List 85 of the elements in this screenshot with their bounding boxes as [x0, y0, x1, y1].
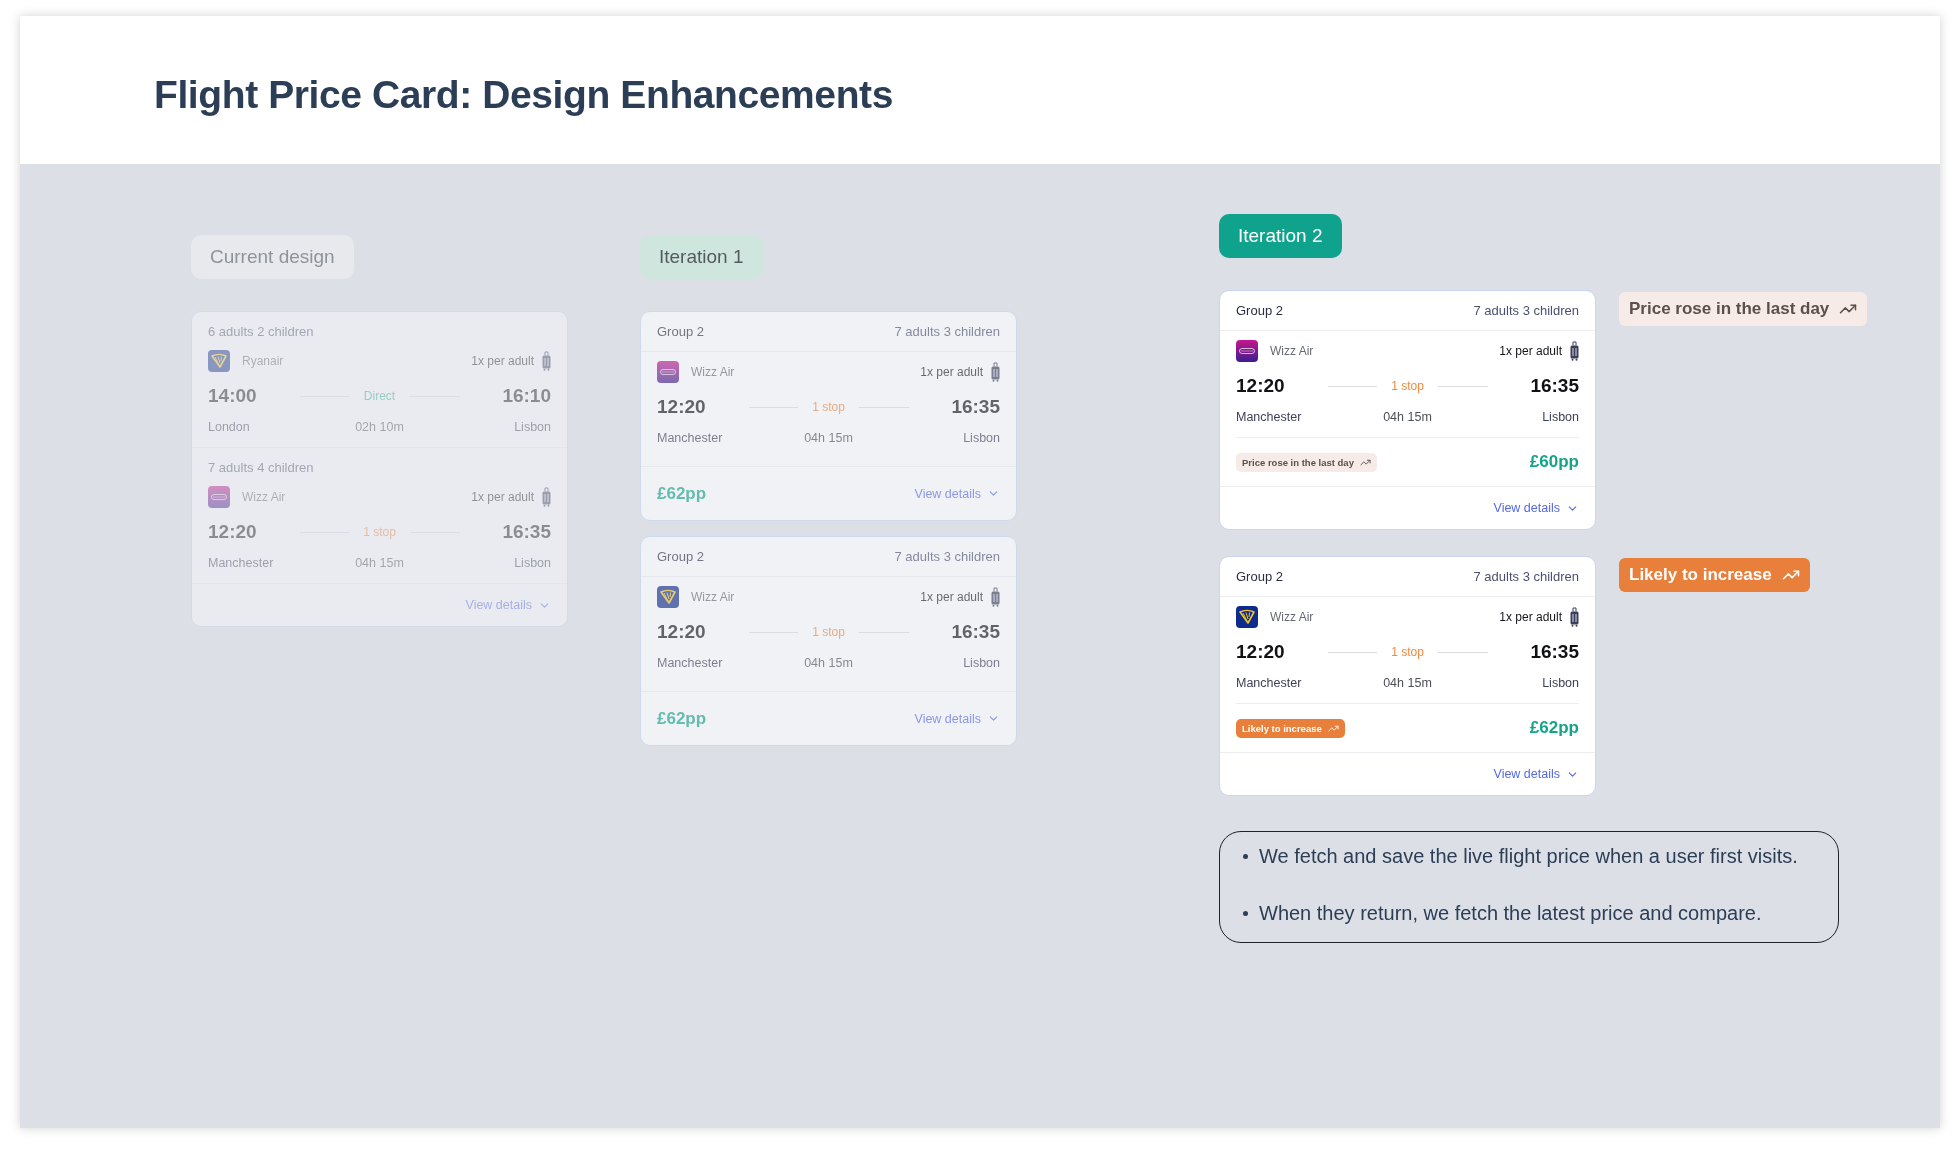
bullet-icon	[1243, 910, 1248, 916]
airline-name: Wizz Air	[691, 590, 735, 604]
flight-duration: 04h 15m	[1383, 676, 1432, 690]
luggage-icon	[991, 362, 1000, 382]
airline-name: Ryanair	[242, 354, 284, 368]
note-text: When they return, we fetch the latest price and compare.	[1259, 901, 1762, 926]
luggage-icon	[1570, 607, 1579, 627]
origin-city: Manchester	[657, 656, 723, 670]
airline-name: Wizz Air	[691, 365, 735, 379]
destination-city: Lisbon	[1542, 410, 1579, 424]
stop-label: 1 stop	[812, 625, 845, 639]
page-title: Flight Price Card: Design Enhancements	[154, 73, 893, 117]
arrival-time: 16:35	[1530, 375, 1579, 397]
badge-label: Price rose in the last day	[1629, 299, 1830, 319]
origin-city: Manchester	[657, 431, 723, 445]
departure-time: 14:00	[208, 385, 257, 407]
origin-city: London	[208, 420, 250, 434]
view-details-link[interactable]: View details	[914, 486, 1000, 501]
luggage-icon	[991, 587, 1000, 607]
baggage-allowance: 1x per adult	[1499, 610, 1562, 624]
arrival-time: 16:35	[502, 521, 551, 543]
luggage-icon	[1570, 341, 1579, 361]
baggage-allowance: 1x per adult	[920, 590, 983, 604]
departure-time: 12:20	[657, 621, 706, 643]
price: £62pp	[657, 708, 707, 729]
flight-duration: 02h 10m	[355, 420, 404, 434]
departure-time: 12:20	[657, 396, 706, 418]
origin-city: Manchester	[208, 556, 274, 570]
view-details-link[interactable]: View details	[1493, 767, 1579, 781]
passenger-count: 7 adults 3 children	[894, 324, 1000, 339]
view-details-link[interactable]: View details	[1493, 501, 1579, 515]
group-label: Group 2	[1236, 303, 1283, 318]
price: £60pp	[1529, 452, 1579, 472]
passenger-count: 7 adults 3 children	[1473, 569, 1579, 584]
flight-duration: 04h 15m	[1383, 410, 1432, 424]
flight-duration: 04h 15m	[355, 556, 404, 570]
note-text: We fetch and save the live flight price when a user first visits.	[1259, 844, 1798, 869]
view-details-link[interactable]: View details	[914, 711, 1000, 726]
passenger-count: 6 adults 2 children	[208, 324, 314, 340]
badge-label: Price rose in the last day	[1242, 456, 1354, 468]
passenger-count: 7 adults 4 children	[208, 460, 314, 476]
section-label: Iteration 2	[1219, 214, 1342, 258]
baggage-allowance: 1x per adult	[471, 490, 534, 504]
baggage-allowance: 1x per adult	[471, 354, 534, 368]
airline-name: Wizz Air	[1270, 610, 1314, 624]
destination-city: Lisbon	[963, 656, 1000, 670]
arrival-time: 16:10	[502, 385, 551, 407]
departure-time: 12:20	[1236, 375, 1285, 397]
stop-label: 1 stop	[363, 525, 396, 539]
destination-city: Lisbon	[963, 431, 1000, 445]
arrival-time: 16:35	[951, 621, 1000, 643]
departure-time: 12:20	[208, 521, 257, 543]
price: £62pp	[657, 483, 707, 504]
origin-city: Manchester	[1236, 676, 1302, 690]
arrival-time: 16:35	[951, 396, 1000, 418]
stop-label: 1 stop	[1391, 645, 1424, 659]
departure-time: 12:20	[1236, 641, 1285, 663]
stop-label: Direct	[363, 389, 396, 403]
destination-city: Lisbon	[514, 420, 551, 434]
badge-label: Likely to increase	[1629, 565, 1772, 585]
baggage-allowance: 1x per adult	[920, 365, 983, 379]
luggage-icon	[542, 487, 551, 507]
origin-city: Manchester	[1236, 410, 1302, 424]
badge-label: Likely to increase	[1242, 722, 1322, 734]
baggage-allowance: 1x per adult	[1499, 344, 1562, 358]
destination-city: Lisbon	[1542, 676, 1579, 690]
airline-name: Wizz Air	[1270, 344, 1314, 358]
arrival-time: 16:35	[1530, 641, 1579, 663]
group-label: Group 2	[657, 324, 704, 339]
group-label: Group 2	[657, 549, 704, 564]
view-details-link[interactable]: View details	[465, 598, 551, 612]
flight-duration: 04h 15m	[804, 431, 853, 445]
airline-name: Wizz Air	[242, 490, 286, 504]
section-label: Current design	[191, 235, 354, 279]
price: £62pp	[1529, 718, 1579, 738]
passenger-count: 7 adults 3 children	[1473, 303, 1579, 318]
luggage-icon	[542, 351, 551, 371]
passenger-count: 7 adults 3 children	[894, 549, 1000, 564]
bullet-icon	[1243, 853, 1248, 859]
flight-duration: 04h 15m	[804, 656, 853, 670]
destination-city: Lisbon	[514, 556, 551, 570]
group-label: Group 2	[1236, 569, 1283, 584]
stop-label: 1 stop	[1391, 379, 1424, 393]
section-label: Iteration 1	[640, 235, 763, 279]
stop-label: 1 stop	[812, 400, 845, 414]
